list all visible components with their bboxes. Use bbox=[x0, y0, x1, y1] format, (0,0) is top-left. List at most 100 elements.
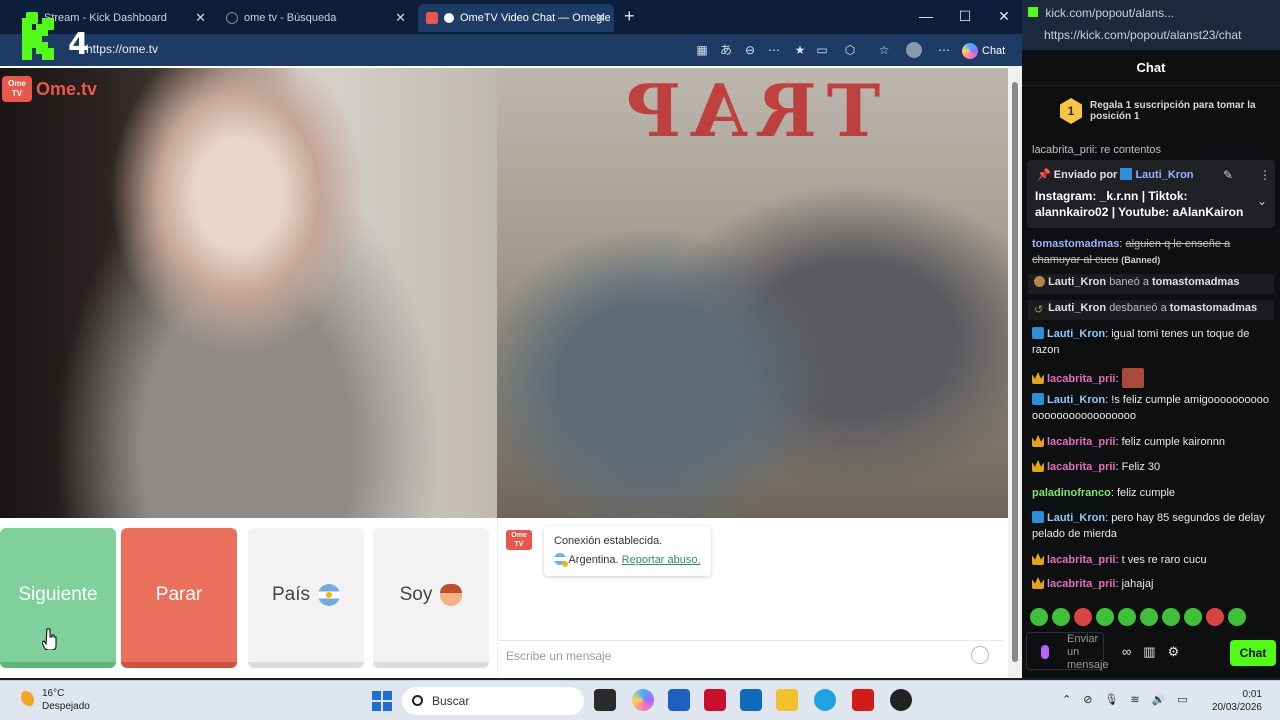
pinned-user[interactable]: Lauti_Kron bbox=[1135, 169, 1193, 181]
chat-username[interactable]: paladinofranco bbox=[1032, 487, 1111, 499]
chat-message: Lauti_Kron: pero hay 85 segundos de dela… bbox=[1032, 511, 1265, 540]
battery-icon[interactable]: ▭ bbox=[1177, 693, 1187, 706]
zoom-icon[interactable]: ⊖ bbox=[742, 42, 758, 58]
mod-action: desbaneó a bbox=[1109, 302, 1167, 314]
boy-face-icon bbox=[440, 584, 463, 606]
windows-start-icon[interactable] bbox=[372, 691, 392, 711]
weather-widget[interactable]: 16°C Despejado bbox=[16, 687, 90, 713]
emote-icon[interactable] bbox=[1184, 608, 1202, 626]
clock[interactable]: 0:01 20/03/2026 bbox=[1206, 688, 1262, 714]
stop-button[interactable]: Parar bbox=[121, 528, 237, 668]
emote-icon[interactable] bbox=[1030, 608, 1048, 626]
favorites-icon[interactable]: ☆ bbox=[876, 42, 892, 58]
tab-bar: Stream - Kick Dashboard ✕ ome tv - Búsqu… bbox=[0, 0, 1022, 34]
file-explorer-icon[interactable] bbox=[776, 689, 798, 711]
next-button[interactable]: Siguiente bbox=[0, 528, 116, 668]
emote-icon[interactable] bbox=[1118, 608, 1136, 626]
mod-target: tomastomadmas bbox=[1169, 302, 1258, 314]
chat-username[interactable]: lacabrita_prii bbox=[1047, 554, 1115, 566]
page-scrollbar[interactable] bbox=[1008, 66, 1022, 678]
microphone-tray-icon[interactable]: 🎙 bbox=[1104, 693, 1118, 706]
remote-video: TRAP bbox=[497, 68, 1008, 518]
chat-username[interactable]: tomastomadmas bbox=[1032, 238, 1119, 250]
kick-message-input[interactable]: Enviar un mensaje bbox=[1026, 632, 1109, 671]
profile-avatar-icon[interactable] bbox=[906, 42, 922, 58]
chat-message: lacabrita_prii: bbox=[1032, 368, 1272, 388]
chat-username[interactable]: lacabrita_prii bbox=[1047, 461, 1115, 473]
gear-icon[interactable]: ⚙ bbox=[1168, 644, 1180, 660]
emote-icon[interactable] bbox=[1206, 608, 1224, 626]
task-view-icon[interactable] bbox=[594, 689, 616, 711]
chat-username[interactable]: Lauti_Kron bbox=[1047, 328, 1105, 340]
more-options-icon[interactable]: ⋮ bbox=[1259, 168, 1271, 182]
store-icon[interactable]: ▥ bbox=[1143, 644, 1155, 660]
chat-message: lacabrita_prii: t ves re raro cucu bbox=[1032, 552, 1272, 568]
chat-username[interactable]: Lauti_Kron bbox=[1047, 512, 1105, 524]
kick-url[interactable]: https://kick.com/popout/alanst23/chat bbox=[1044, 28, 1241, 42]
chat-username[interactable]: lacabrita_prii bbox=[1047, 578, 1115, 590]
emote-icon[interactable] bbox=[1140, 608, 1158, 626]
send-chat-button[interactable]: Chat bbox=[1230, 640, 1276, 666]
maximize-icon[interactable]: ☐ bbox=[955, 8, 975, 25]
country-button[interactable]: País bbox=[248, 528, 364, 668]
close-icon[interactable]: ✕ bbox=[395, 10, 406, 26]
scrollbar-thumb[interactable] bbox=[1012, 82, 1018, 662]
moderator-badge-icon bbox=[1032, 393, 1044, 405]
tab-search[interactable]: ome tv - Búsqueda ✕ bbox=[218, 4, 414, 32]
mcafee-icon[interactable] bbox=[704, 689, 726, 711]
favorite-star-icon[interactable]: ★ bbox=[792, 42, 808, 58]
message-input[interactable] bbox=[506, 649, 946, 663]
chat-username[interactable]: Lauti_Kron bbox=[1047, 394, 1105, 406]
country-label: País bbox=[271, 584, 311, 605]
taskbar-search[interactable]: Buscar bbox=[402, 687, 584, 715]
ometv-logo: Ome TV Ome.tv bbox=[2, 76, 97, 102]
gender-button[interactable]: Soy bbox=[373, 528, 489, 668]
camera-icon[interactable]: ▭ bbox=[814, 42, 830, 58]
wifi-icon[interactable]: ≋ bbox=[1130, 693, 1139, 706]
gift-sub-banner[interactable]: 1 Regala 1 suscripción para tomar la pos… bbox=[1022, 90, 1280, 136]
new-tab-icon[interactable]: + bbox=[624, 6, 635, 27]
copilot-icon bbox=[962, 43, 978, 59]
outlook-icon[interactable] bbox=[740, 689, 762, 711]
chevron-down-icon[interactable]: ⌄ bbox=[1257, 194, 1267, 208]
split-screen-icon[interactable]: ▦ bbox=[694, 42, 710, 58]
edge-browser-icon[interactable] bbox=[814, 689, 836, 711]
minimize-icon[interactable]: — bbox=[916, 8, 936, 24]
obs-icon[interactable] bbox=[890, 689, 912, 711]
l-app-icon[interactable] bbox=[852, 689, 874, 711]
extensions-icon[interactable]: ⬡ bbox=[842, 42, 858, 58]
report-abuse-link[interactable]: Reportar abuso. bbox=[622, 554, 701, 566]
copilot-app-icon[interactable] bbox=[632, 689, 654, 711]
emote-icon[interactable] bbox=[1228, 608, 1246, 626]
chat-text: feliz cumple bbox=[1116, 487, 1176, 499]
close-icon[interactable]: ✕ bbox=[595, 10, 606, 26]
microphone-icon[interactable] bbox=[1041, 645, 1049, 659]
copilot-button[interactable]: Chat bbox=[962, 40, 1018, 62]
emoji-icon[interactable] bbox=[971, 646, 989, 664]
ometv-logo-word: Ome.tv bbox=[36, 78, 98, 99]
loop-icon[interactable]: ∞ bbox=[1122, 644, 1131, 660]
search-placeholder: Buscar bbox=[432, 694, 470, 708]
emote-icon[interactable] bbox=[1052, 608, 1070, 626]
mute-icon[interactable]: ⊘ bbox=[1083, 693, 1092, 706]
emote-icon[interactable] bbox=[1074, 608, 1092, 626]
store-app-icon[interactable] bbox=[668, 689, 690, 711]
url-field[interactable]: https://ome.tv bbox=[86, 42, 158, 56]
chevron-up-icon[interactable]: ⌃ bbox=[1062, 693, 1071, 706]
close-icon[interactable]: ✕ bbox=[195, 10, 206, 26]
close-window-icon[interactable]: ✕ bbox=[994, 8, 1014, 25]
translate-icon[interactable]: あ bbox=[718, 42, 734, 58]
partial-message-text: lacabrita_prii: re contentos bbox=[1032, 144, 1162, 156]
chat-username[interactable]: lacabrita_prii bbox=[1047, 373, 1115, 385]
chat-username[interactable]: lacabrita_prii bbox=[1047, 436, 1115, 448]
tab-ometv[interactable]: OmeTV Video Chat — Omegle ✕ bbox=[418, 4, 614, 32]
volume-icon[interactable]: 🔊 bbox=[1152, 693, 1166, 706]
weather-text: 16°C Despejado bbox=[42, 687, 90, 713]
unpin-icon[interactable]: ✎ bbox=[1223, 168, 1233, 182]
emote-icon[interactable] bbox=[1162, 608, 1180, 626]
argentina-flag-icon bbox=[318, 584, 341, 606]
emote-icon[interactable] bbox=[1096, 608, 1114, 626]
ometv-small-logo: Ome TV bbox=[506, 530, 532, 550]
more-tools-icon[interactable]: ⋯ bbox=[766, 42, 782, 58]
settings-menu-icon[interactable]: ⋯ bbox=[936, 42, 952, 58]
